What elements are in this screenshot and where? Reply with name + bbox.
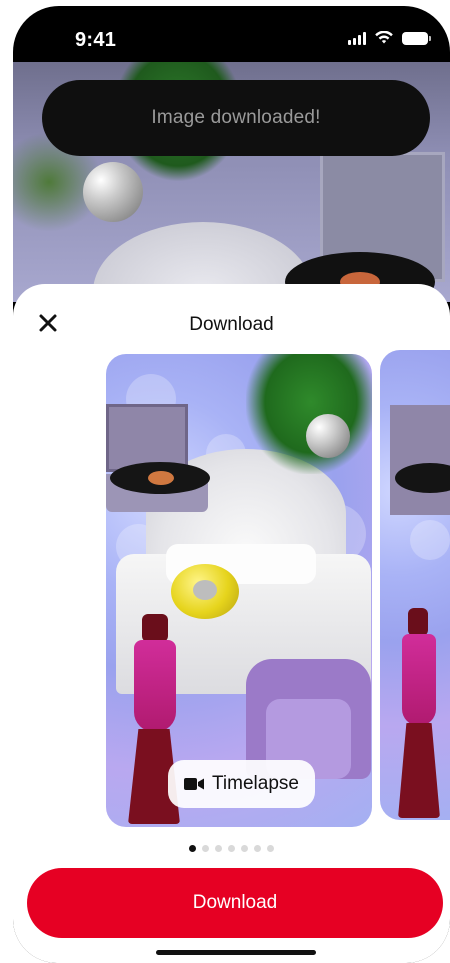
record-player (390, 405, 450, 515)
yellow-telephone (171, 564, 239, 619)
download-button[interactable]: Download (27, 868, 443, 938)
carousel-page-indicator (13, 845, 450, 852)
status-icons (348, 31, 431, 45)
disco-ball (306, 414, 350, 458)
record-player (106, 404, 211, 524)
timelapse-badge[interactable]: Timelapse (168, 760, 315, 808)
signal-icon (348, 31, 366, 45)
page-dot (241, 845, 248, 852)
disco-ball (83, 162, 143, 222)
download-sheet: Download Timelapse Download (13, 284, 450, 963)
image-carousel[interactable]: Timelapse (13, 350, 450, 834)
lava-lamp (398, 608, 440, 818)
wifi-icon (375, 31, 393, 44)
download-button-label: Download (192, 892, 278, 913)
carousel-card-timelapse[interactable]: Timelapse (106, 354, 372, 827)
page-dot (215, 845, 222, 852)
hanging-plant (246, 354, 372, 474)
video-camera-icon (184, 778, 205, 790)
carousel-card-next[interactable] (380, 350, 450, 820)
status-bar: 9:41 (13, 6, 450, 66)
page-dot (254, 845, 261, 852)
toast-notification: Image downloaded! (42, 80, 430, 156)
page-dot (189, 845, 196, 852)
toast-message: Image downloaded! (151, 107, 321, 128)
home-indicator[interactable] (156, 950, 316, 955)
sheet-title: Download (189, 314, 274, 335)
timelapse-label: Timelapse (212, 773, 299, 794)
page-dot (267, 845, 274, 852)
page-dot (228, 845, 235, 852)
status-time: 9:41 (75, 29, 117, 51)
page-dot (202, 845, 209, 852)
phone-frame: 9:41 Image downloaded! Download Timelaps… (13, 6, 450, 963)
battery-icon (402, 31, 431, 45)
